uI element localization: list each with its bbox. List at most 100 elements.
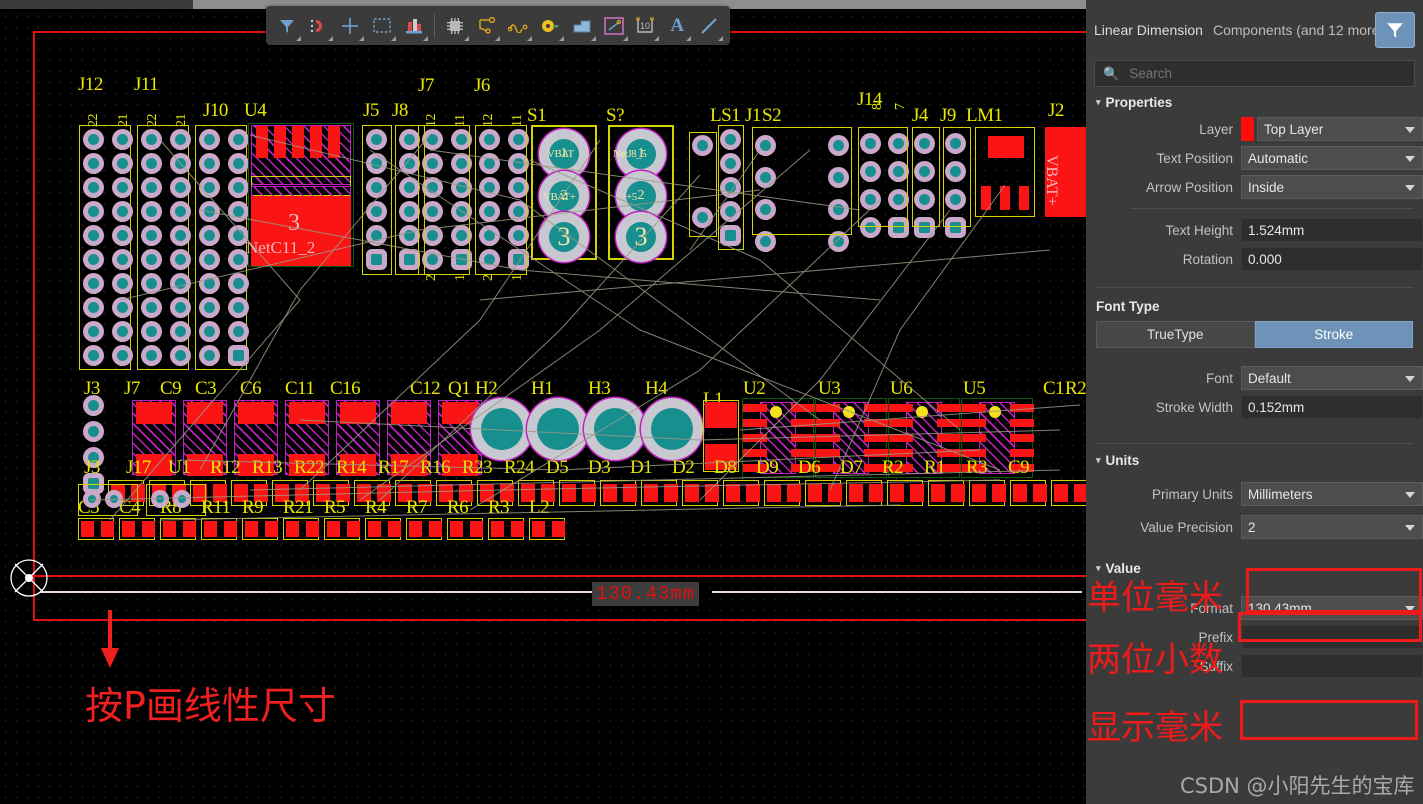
font-dropdown[interactable]: Default — [1241, 366, 1423, 390]
font-type-stroke-button[interactable]: Stroke — [1254, 321, 1413, 348]
watermark: CSDN @小阳先生的宝库 — [1180, 774, 1415, 798]
pin1-marker — [916, 406, 928, 418]
designator-lower-18: D7 — [840, 457, 863, 478]
dimension-value-text[interactable]: 130.43mm — [592, 582, 700, 606]
designator-lower-5: R22 — [294, 457, 325, 478]
primary-units-dropdown[interactable]: Millimeters — [1241, 482, 1423, 506]
through-hole-pad — [88, 254, 99, 265]
polygon-pour-icon[interactable] — [566, 9, 598, 42]
ic-pad — [889, 404, 913, 412]
connector-J6[interactable] — [475, 125, 527, 275]
pad-LM1-tab — [988, 136, 1024, 158]
through-hole-pad — [204, 302, 215, 313]
mounting-hole-H3[interactable] — [594, 408, 636, 450]
ic-pad — [937, 449, 961, 457]
through-hole-pad — [175, 278, 186, 289]
passive-pad — [685, 484, 699, 502]
magnet-icon[interactable] — [303, 9, 335, 42]
capacitor-pad — [187, 402, 223, 424]
passive-pad — [808, 484, 822, 502]
component-icon[interactable] — [439, 9, 471, 42]
connector-J4[interactable] — [912, 127, 940, 227]
layer-color-swatch[interactable] — [1241, 117, 1254, 141]
properties-panel[interactable]: Linear Dimension Components (and 12 more… — [1086, 0, 1423, 804]
font-type-truetype-button[interactable]: TrueType — [1096, 321, 1255, 348]
ic-pad — [864, 449, 888, 457]
designator-Q1: Q1 — [448, 378, 471, 399]
text-icon[interactable]: A — [661, 9, 693, 42]
differential-pair-icon[interactable] — [502, 9, 534, 42]
layer-dropdown[interactable]: Top Layer — [1257, 117, 1423, 141]
label-font: Font — [1205, 370, 1233, 386]
electrolytic-cap-outline[interactable] — [146, 484, 206, 516]
net-label-S1-2: VBAT+ — [543, 191, 576, 203]
through-hole-pad — [117, 254, 128, 265]
pin-number-2b: 2 — [481, 274, 496, 282]
ic-pad — [962, 419, 986, 427]
designator-bottom-11: L2 — [529, 497, 550, 518]
label-layer: Layer — [1199, 121, 1233, 137]
via-icon[interactable] — [534, 9, 566, 42]
line-icon[interactable] — [693, 9, 725, 42]
crosshair-place-icon[interactable] — [335, 9, 367, 42]
designator-J10: J10 — [203, 100, 228, 121]
connector-S2[interactable] — [752, 127, 852, 235]
mounting-hole-H2[interactable] — [481, 408, 523, 450]
rotation-value: 0.000 — [1248, 251, 1282, 267]
electrolytic-cap-outline[interactable] — [78, 484, 138, 516]
font-type-toggle[interactable]: TrueType Stroke — [1096, 321, 1413, 348]
bottom-passive-pad — [142, 521, 155, 537]
connector-J9[interactable] — [943, 127, 971, 227]
designator-lower-3: R12 — [210, 457, 241, 478]
capacitor-pad — [136, 402, 172, 424]
text-height-input[interactable]: 1.524mm — [1241, 218, 1423, 242]
connector-J14[interactable] — [858, 127, 908, 227]
stroke-width-input[interactable]: 0.152mm — [1241, 395, 1423, 419]
ic-pad — [1010, 449, 1034, 457]
dimension-icon[interactable] — [598, 9, 630, 42]
through-hole-pad — [88, 426, 99, 437]
through-hole-pad — [233, 302, 244, 313]
passive-pad — [931, 484, 945, 502]
rotation-input[interactable]: 0.000 — [1241, 247, 1423, 271]
search-field[interactable] — [1127, 65, 1406, 82]
annotation-arrow-icon — [101, 610, 119, 668]
filter-icon[interactable] — [1375, 12, 1415, 48]
filter-icon[interactable] — [271, 9, 303, 42]
panel-header: Linear Dimension Components (and 12 more… — [1086, 0, 1423, 60]
section-title-units: Units — [1105, 453, 1140, 468]
net-name-label: NetC11_2 — [246, 238, 316, 257]
connector-J5[interactable] — [362, 125, 392, 275]
ic-pad — [962, 404, 986, 412]
designator-J1: J1 — [745, 105, 761, 126]
search-input[interactable]: 🔍 — [1094, 60, 1415, 87]
value-precision-dropdown[interactable]: 2 — [1241, 515, 1423, 539]
connector-J1[interactable] — [718, 125, 744, 250]
through-hole-pad — [204, 206, 215, 217]
pad-U4-2 — [274, 126, 286, 158]
arrow-position-dropdown[interactable]: Inside — [1241, 175, 1423, 199]
pcb-canvas[interactable]: J12 J11 J10 U4 J5 J8 J7 J6 S1 S? LS1 J1 … — [0, 0, 1086, 804]
coordinate-icon[interactable]: 10 — [630, 9, 662, 42]
search-icon: 🔍 — [1103, 65, 1120, 81]
pcb-floating-toolbar[interactable]: 10 A — [266, 6, 730, 45]
designator-J12: J12 — [78, 74, 103, 95]
bottom-passive-pad — [470, 521, 483, 537]
mounting-hole-H4[interactable] — [651, 408, 693, 450]
suffix-input[interactable] — [1241, 654, 1423, 678]
route-trace-icon[interactable] — [471, 9, 503, 42]
speaker-LS1[interactable] — [689, 132, 717, 237]
layer-stack-icon[interactable] — [398, 9, 430, 42]
text-position-dropdown[interactable]: Automatic — [1241, 146, 1423, 170]
section-header-units[interactable]: ▾ Units — [1086, 451, 1423, 472]
bottom-passive-pad — [388, 521, 401, 537]
divider — [1096, 443, 1413, 444]
pin-number-2a: 2 — [424, 274, 439, 282]
stroke-width-value: 0.152mm — [1248, 399, 1305, 415]
bottom-passive-pad — [347, 521, 360, 537]
mounting-hole-H1[interactable] — [537, 408, 579, 450]
marquee-select-icon[interactable] — [366, 9, 398, 42]
designator-LM1: LM1 — [966, 105, 1003, 126]
section-header-properties[interactable]: ▾ Properties — [1086, 87, 1423, 114]
connector-J7[interactable] — [418, 125, 470, 275]
